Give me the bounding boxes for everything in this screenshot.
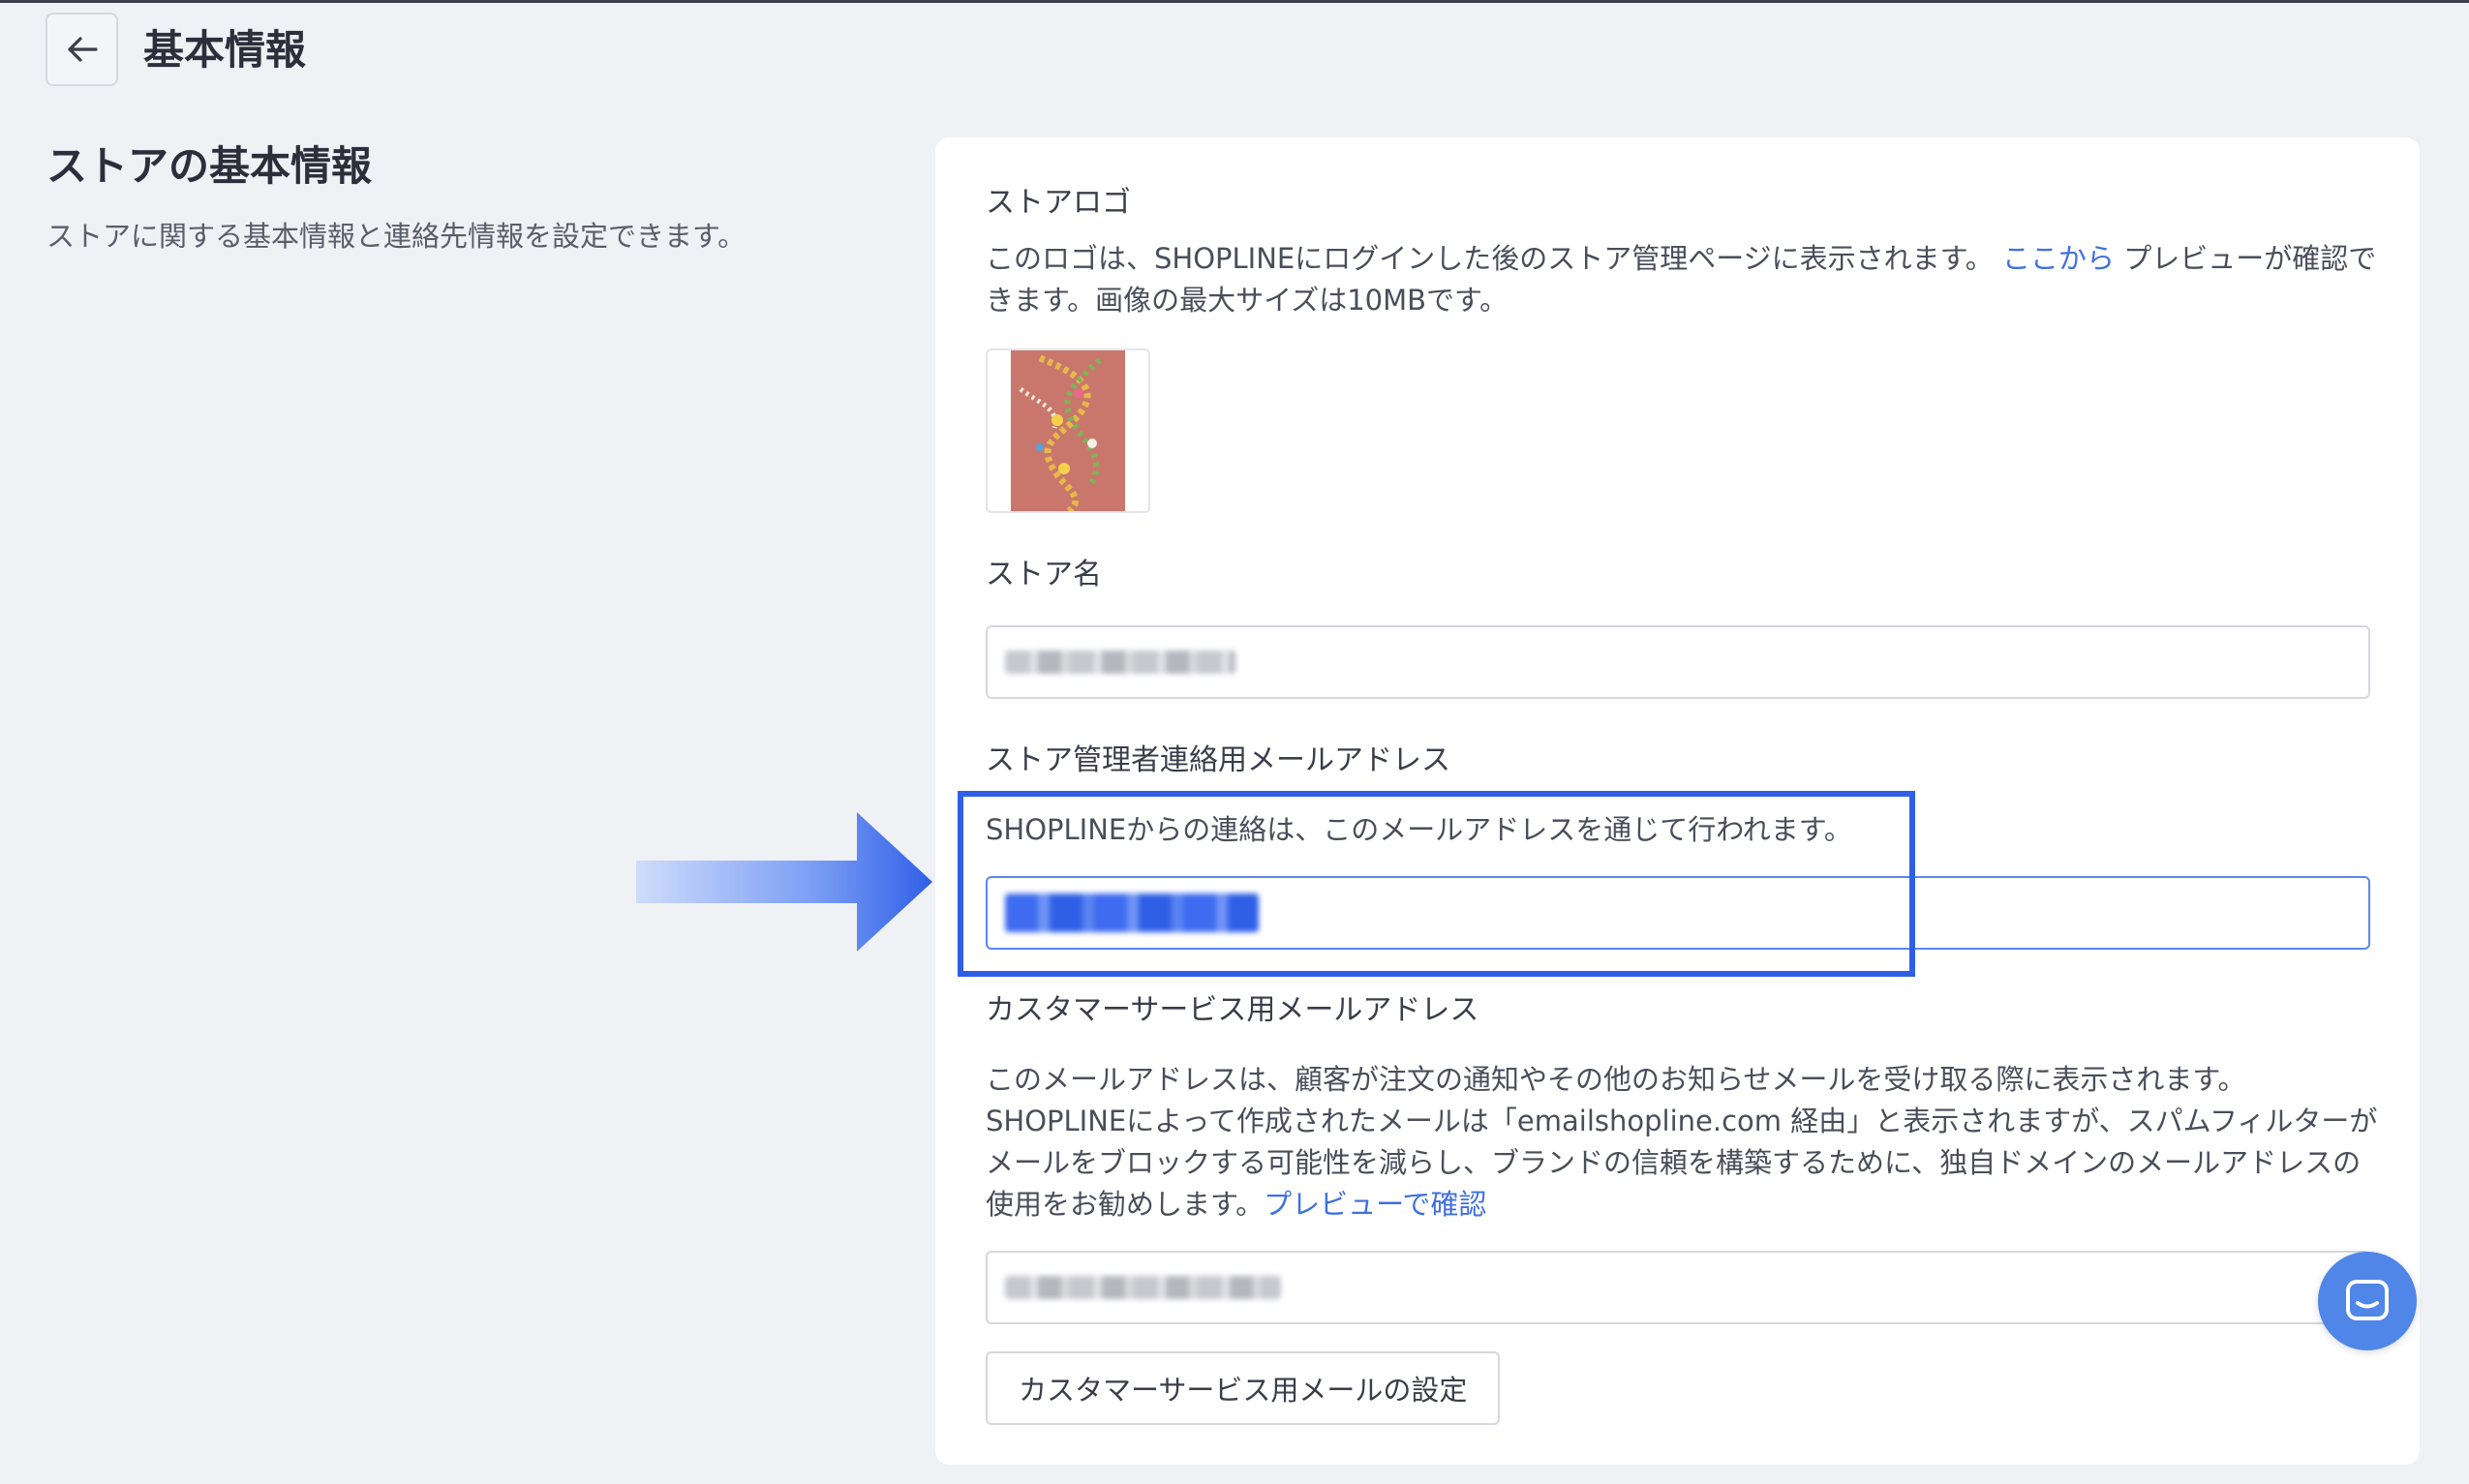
chat-bubble-icon: [2346, 1280, 2389, 1320]
arrow-right-icon: [636, 812, 932, 952]
preview-link[interactable]: ここから: [2002, 242, 2115, 275]
page-title: 基本情報: [143, 26, 307, 74]
cs-email-label: カスタマーサービス用メールアドレス: [986, 993, 1479, 1027]
section-title: ストアの基本情報: [46, 142, 373, 190]
arrow-left-icon: [67, 37, 98, 62]
store-logo-description: このロゴは、SHOPLINEにログインした後のストア管理ページに表示されます。 …: [986, 242, 2377, 317]
cs-email-description: このメールアドレスは、顧客が注文の通知やその他のお知らせメールを受け取る際に表示…: [986, 1063, 2378, 1221]
store-logo-thumbnail[interactable]: [986, 348, 1150, 513]
redacted-cs-email: [1005, 1276, 1281, 1299]
section-description: ストアに関する基本情報と連絡先情報を設定できます。: [46, 220, 747, 253]
store-name-input[interactable]: [986, 625, 2370, 699]
redacted-store-name: [1005, 651, 1235, 674]
preview-confirm-link[interactable]: プレビューで確認: [1264, 1188, 1486, 1221]
cs-email-settings-button[interactable]: カスタマーサービス用メールの設定: [986, 1351, 1501, 1425]
back-button[interactable]: [46, 13, 118, 86]
highlight-box: [958, 791, 1915, 977]
chat-button[interactable]: [2318, 1252, 2417, 1350]
cs-email-input[interactable]: [986, 1251, 2370, 1324]
top-border: [0, 0, 2469, 3]
logo-image: [1011, 350, 1125, 511]
store-logo-label: ストアロゴ: [986, 186, 1131, 220]
store-name-label: ストア名: [986, 558, 1102, 591]
admin-email-label: ストア管理者連絡用メールアドレス: [986, 743, 1450, 777]
